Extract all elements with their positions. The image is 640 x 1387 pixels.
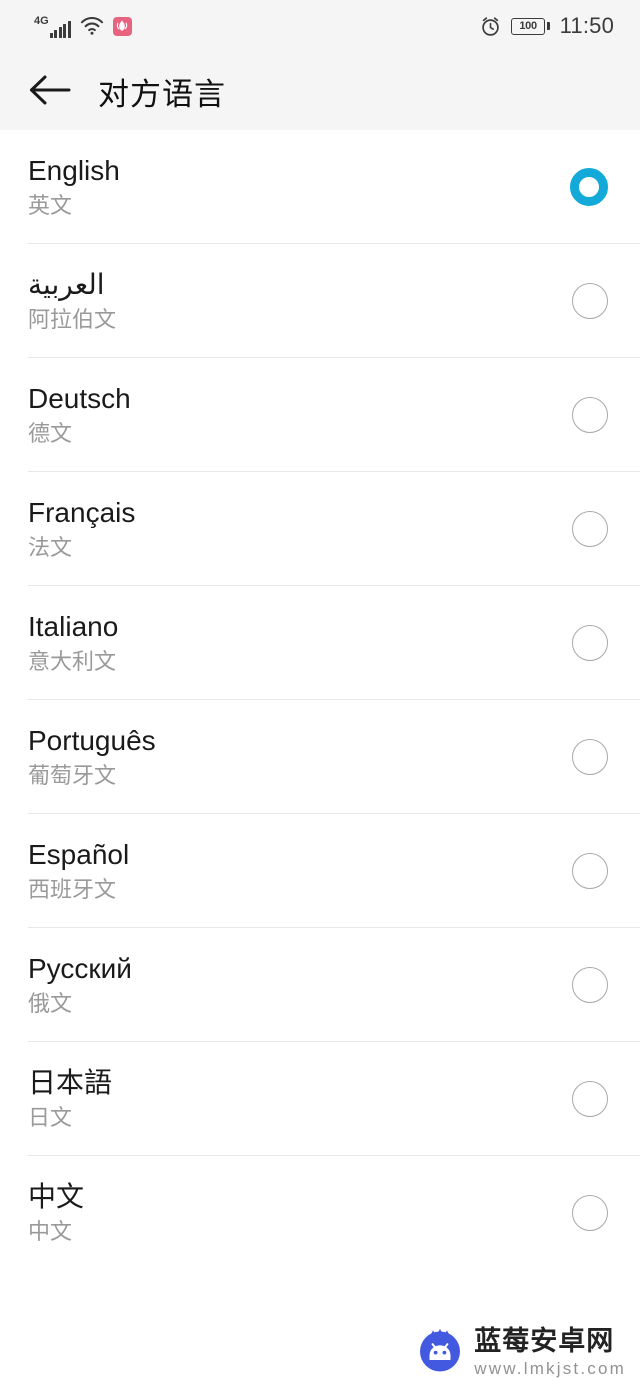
language-subtitle: 葡萄牙文: [28, 763, 117, 788]
radio-button[interactable]: [572, 967, 608, 1003]
wifi-icon: [80, 17, 104, 35]
site-watermark: 蓝莓安卓网 www.lmkjst.com: [416, 1326, 626, 1379]
back-button[interactable]: [28, 64, 82, 118]
signal-strength-icon: 4G: [34, 14, 71, 38]
language-subtitle: 中文: [28, 1219, 73, 1244]
signal-bars-icon: [49, 21, 71, 38]
watermark-texts: 蓝莓安卓网 www.lmkjst.com: [474, 1326, 626, 1378]
language-row-francais[interactable]: Français 法文: [0, 472, 640, 586]
status-bar-clock: 11:50: [559, 13, 614, 38]
language-row-deutsch[interactable]: Deutsch 德文: [0, 358, 640, 472]
page-title: 对方语言: [98, 76, 226, 112]
language-name: English: [28, 155, 120, 186]
language-name: 中文: [28, 1181, 85, 1212]
language-subtitle: 西班牙文: [28, 877, 117, 902]
language-subtitle: 阿拉伯文: [28, 307, 117, 332]
language-row-italiano[interactable]: Italiano 意大利文: [0, 586, 640, 700]
status-bar-right: 100 11:50: [480, 13, 614, 39]
language-labels: Português 葡萄牙文: [28, 725, 156, 789]
language-labels: العربية 阿拉伯文: [28, 269, 116, 333]
language-name: 日本語: [28, 1067, 113, 1098]
language-subtitle: 法文: [28, 535, 73, 560]
language-name: العربية: [28, 269, 105, 300]
language-labels: 中文 中文: [28, 1181, 84, 1245]
language-subtitle: 英文: [28, 193, 73, 218]
status-bar: 4G 100 11:50: [0, 0, 640, 52]
huawei-app-icon: [112, 16, 132, 36]
alarm-clock-icon: [480, 16, 501, 37]
language-name: Deutsch: [28, 383, 131, 414]
language-subtitle: 日文: [28, 1105, 73, 1130]
language-labels: Italiano 意大利文: [28, 611, 118, 675]
language-name: Português: [28, 725, 156, 756]
battery-icon: 100: [511, 17, 550, 35]
blueberry-android-logo-icon: [416, 1326, 464, 1379]
network-type-label: 4G: [34, 15, 49, 27]
language-labels: English 英文: [28, 155, 120, 219]
status-bar-left: 4G: [34, 14, 132, 38]
language-row-english[interactable]: English 英文: [0, 130, 640, 244]
language-labels: Español 西班牙文: [28, 839, 129, 903]
language-name: Italiano: [28, 611, 119, 642]
language-name: Español: [28, 839, 130, 870]
battery-percent-label: 100: [519, 19, 537, 32]
radio-button[interactable]: [572, 1195, 608, 1231]
language-subtitle: 意大利文: [28, 649, 117, 674]
language-labels: 日本語 日文: [28, 1067, 112, 1131]
language-name: Русский: [28, 953, 132, 984]
language-labels: Русский 俄文: [28, 953, 132, 1017]
radio-button[interactable]: [572, 853, 608, 889]
language-row-japanese[interactable]: 日本語 日文: [0, 1042, 640, 1156]
radio-button[interactable]: [572, 1081, 608, 1117]
language-list: English 英文 العربية 阿拉伯文 Deutsch 德文 Franç…: [0, 130, 640, 1387]
radio-button[interactable]: [572, 625, 608, 661]
radio-button[interactable]: [572, 283, 608, 319]
language-name: Français: [28, 497, 136, 528]
language-labels: Français 法文: [28, 497, 135, 561]
back-arrow-icon: [28, 73, 72, 110]
watermark-url: www.lmkjst.com: [474, 1359, 626, 1378]
radio-button-selected[interactable]: [570, 168, 608, 206]
watermark-title: 蓝莓安卓网: [474, 1326, 615, 1356]
language-subtitle: 俄文: [28, 991, 73, 1016]
radio-button[interactable]: [572, 397, 608, 433]
language-subtitle: 德文: [28, 421, 73, 446]
phone-screen: 4G 100 11:50 对方语言 English 英文 العربية 阿拉伯…: [0, 0, 640, 1387]
language-labels: Deutsch 德文: [28, 383, 131, 447]
radio-button[interactable]: [572, 739, 608, 775]
language-row-espanol[interactable]: Español 西班牙文: [0, 814, 640, 928]
language-row-portugues[interactable]: Português 葡萄牙文: [0, 700, 640, 814]
radio-button[interactable]: [572, 511, 608, 547]
language-row-arabic[interactable]: العربية 阿拉伯文: [0, 244, 640, 358]
language-row-russian[interactable]: Русский 俄文: [0, 928, 640, 1042]
app-bar: 对方语言: [0, 52, 640, 130]
language-row-chinese[interactable]: 中文 中文: [0, 1156, 640, 1270]
